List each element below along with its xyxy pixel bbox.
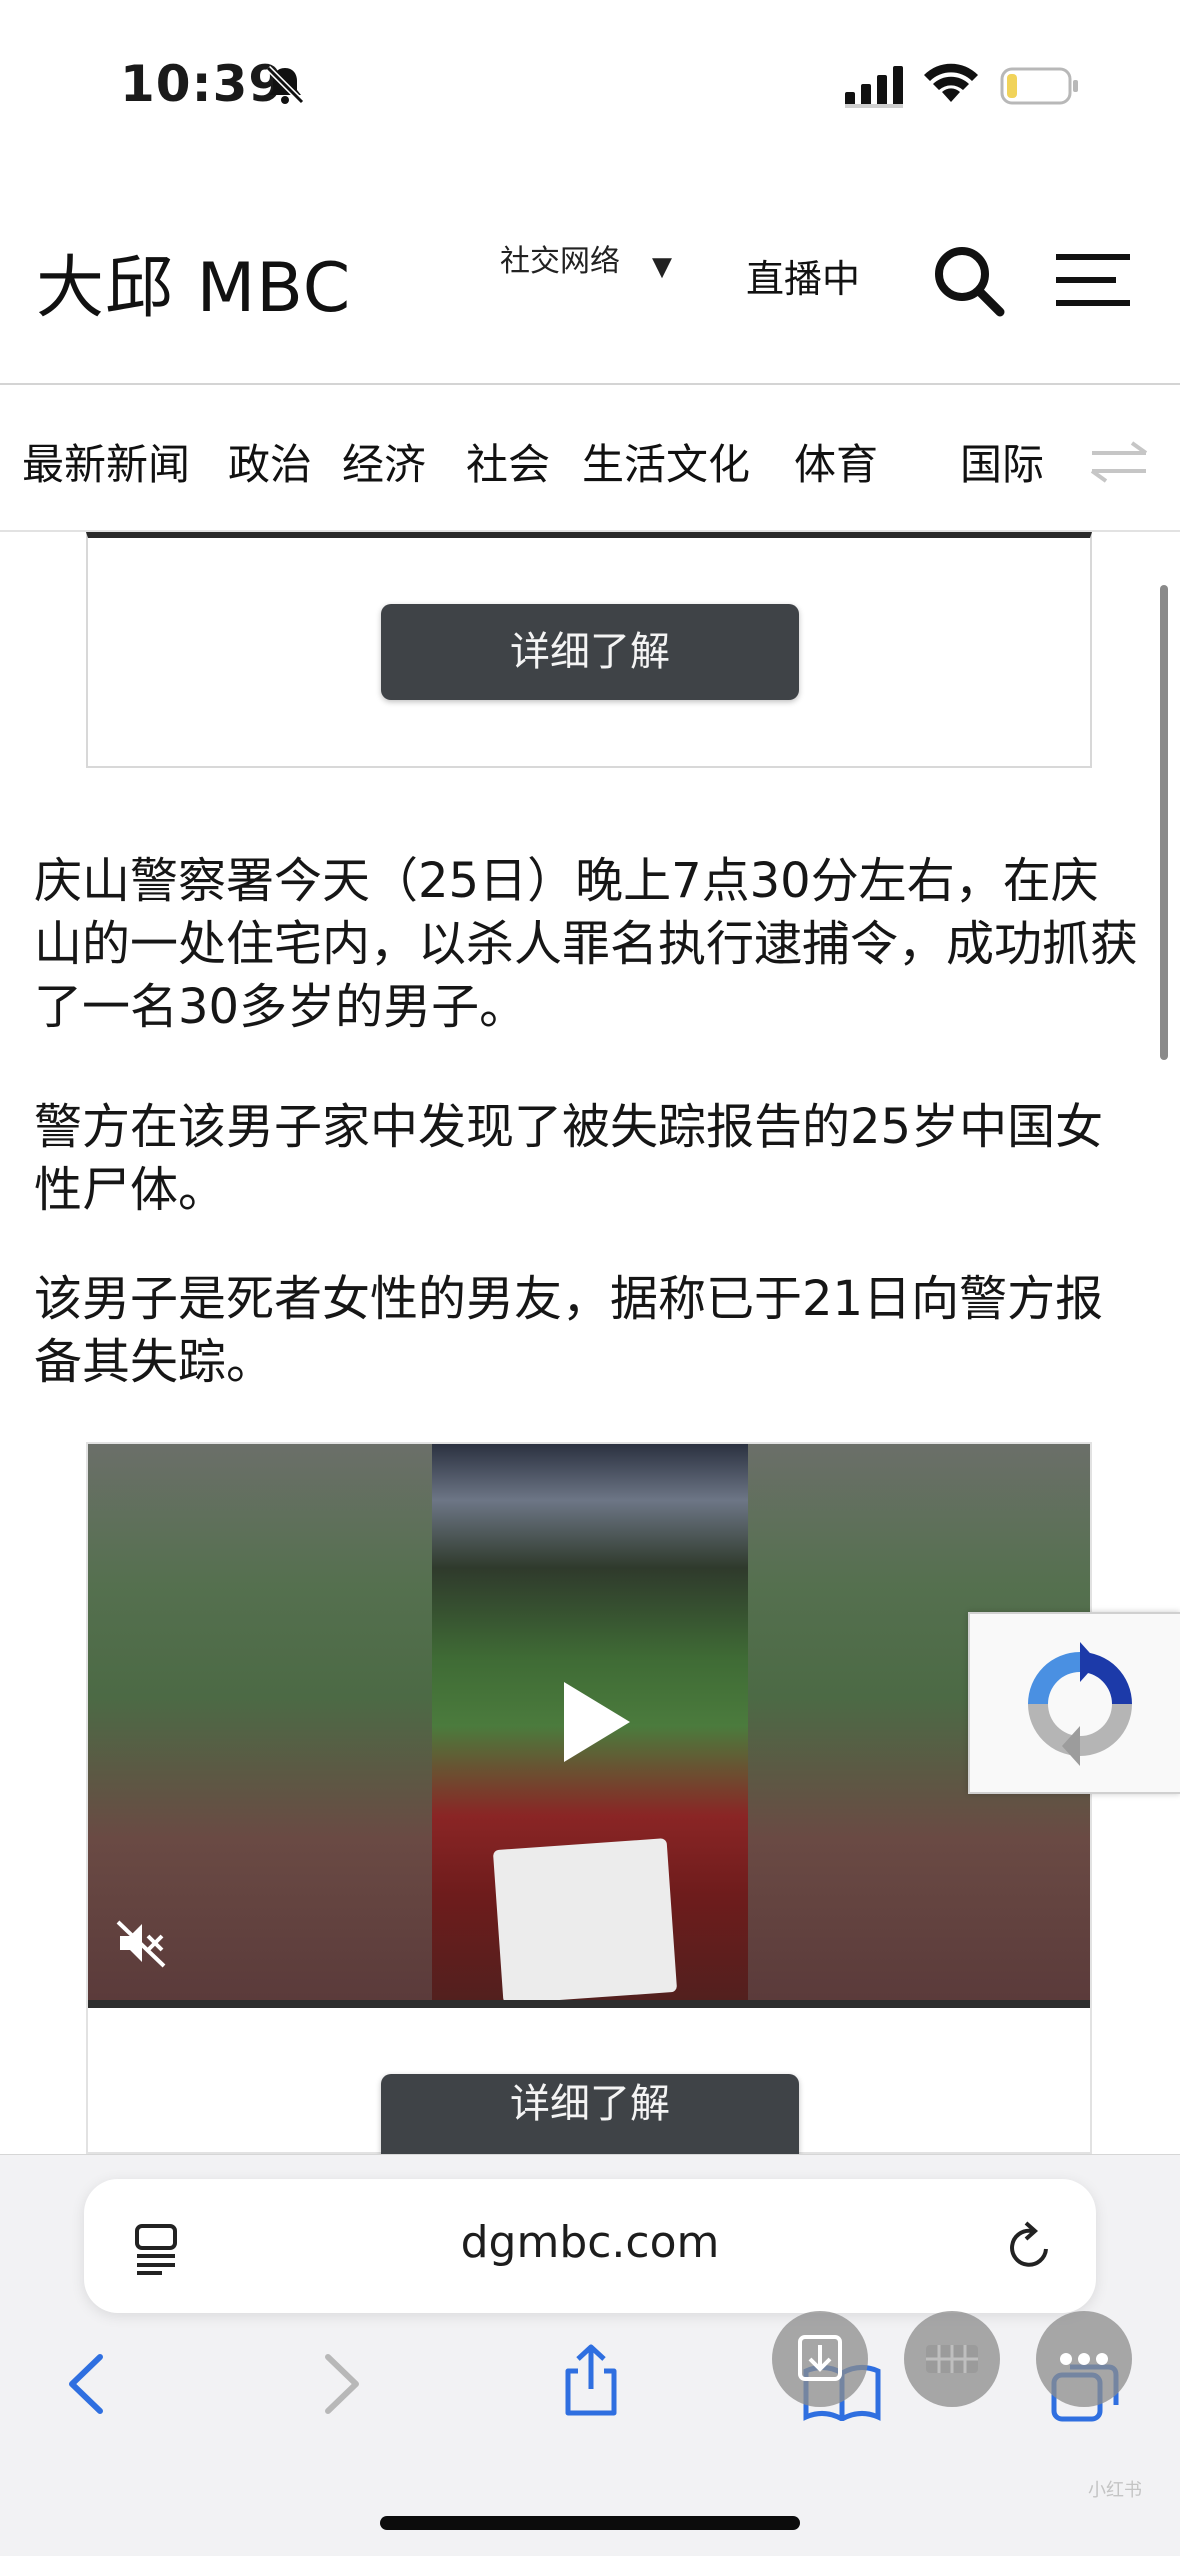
recaptcha-icon [1028,1642,1132,1766]
home-indicator[interactable] [380,2516,800,2530]
chevron-down-icon[interactable]: ▼ [652,252,672,282]
share-icon[interactable] [560,2341,622,2419]
tab-economy[interactable]: 经济 [342,431,426,492]
betting-slip-image [492,1838,678,2004]
more-icon [1060,2353,1108,2365]
tab-sports[interactable]: 体育 [794,431,878,492]
grid-icon [926,2345,978,2373]
article-paragraph: 该男子是死者女性的男友，据称已于21日向警方报备其失踪。 [34,1271,1104,1390]
cellular-signal-icon [845,66,903,108]
swap-arrows-icon[interactable] [1088,439,1150,485]
bell-slash-icon [265,65,305,105]
muted-speaker-icon[interactable] [114,1916,168,1970]
video-player[interactable] [88,1444,1090,2008]
sns-dropdown-label[interactable]: 社交网络 [500,236,620,280]
url-text: dgmbc.com [460,2217,720,2268]
watermark: 小红书 [1088,2480,1142,2501]
address-bar[interactable]: dgmbc.com [84,2179,1096,2313]
tab-international[interactable]: 国际 [960,431,1044,492]
tab-latest-news[interactable]: 最新新闻 [22,431,190,492]
tab-life-culture[interactable]: 生活文化 [582,431,750,492]
category-nav: 最新新闻 政治 经济 社会 生活文化 体育 国际 [0,387,1180,532]
battery-icon [1000,67,1078,105]
reload-icon[interactable] [1002,2219,1058,2275]
page-scrollbar[interactable] [1160,585,1168,1060]
search-icon[interactable] [930,242,1006,318]
wifi-icon [924,63,978,102]
more-button[interactable] [1036,2311,1132,2407]
browser-toolbar: dgmbc.com [0,2154,1180,2556]
back-icon[interactable] [56,2349,116,2419]
video-progress-bar[interactable] [88,2000,1090,2008]
article-paragraph: 警方在该男子家中发现了被失踪报告的25岁中国女性尸体。 [34,1099,1104,1218]
download-icon [798,2335,842,2381]
download-button[interactable] [772,2311,868,2407]
forward-icon[interactable] [312,2349,372,2419]
tab-society[interactable]: 社会 [466,431,550,492]
site-logo[interactable]: 大邱 MBC [36,232,351,331]
status-bar: 10:39 [0,0,1180,170]
hamburger-menu-icon[interactable] [1054,250,1132,310]
learn-more-button[interactable]: 详细了解 [381,604,799,700]
tab-politics[interactable]: 政治 [228,431,312,492]
status-time: 10:39 [120,55,285,113]
site-header: 大邱 MBC 社交网络 ▼ 直播中 [0,170,1180,385]
article-paragraph: 庆山警察署今天（25日）晚上7点30分左右，在庆山的一处住宅内，以杀人罪名执行逮… [34,853,1139,1035]
live-link[interactable]: 直播中 [746,248,860,303]
play-icon[interactable] [564,1682,630,1762]
recaptcha-badge[interactable] [968,1612,1180,1794]
learn-more-button[interactable]: 详细了解 [381,2074,799,2154]
grid-button[interactable] [904,2311,1000,2407]
video-ad [86,1442,1092,2154]
